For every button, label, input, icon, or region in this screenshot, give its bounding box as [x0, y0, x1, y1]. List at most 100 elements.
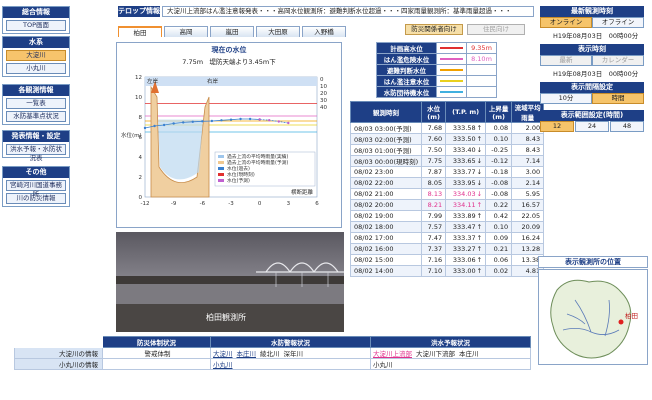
table-row: 08/02 22:00 8.05 333.95↓ -0.08 2.14 [349, 177, 545, 189]
data-point [268, 119, 271, 122]
threshold-line-swatch [436, 42, 467, 54]
cell-rain: 8.43 [511, 144, 545, 156]
threshold-row: 水防団待機水位 [376, 86, 497, 98]
tab-arashida[interactable]: 嵐田 [210, 26, 254, 37]
data-point [239, 117, 242, 121]
kozui-river-link[interactable]: 大淀川上流部 [373, 350, 412, 358]
water-level-chart-panel: 現在の水位 7.75m 堤防天端より3.45m下 12 10 8 6 4 2 0 0 10 20 3… [116, 42, 342, 228]
nav-section-header: 発表情報・設定 [3, 131, 69, 142]
nav-button[interactable]: 水防基準点状況 [6, 111, 66, 122]
legend-label: 水位(現時刻) [227, 171, 255, 178]
tp-value: 333.37 [452, 234, 476, 242]
cell-tp: 333.47↑ [445, 221, 487, 233]
kozui-river-link[interactable]: 本庄川 [459, 350, 479, 358]
cell-time: 08/02 14:00 [349, 265, 423, 277]
x-tick-label: -9 [171, 201, 177, 207]
kozui-river-link[interactable]: 小丸川 [373, 361, 393, 369]
cell-rise: -0.25 [485, 144, 513, 156]
jumin-mode-button[interactable]: 住民向け [467, 24, 525, 35]
data-point [153, 124, 156, 128]
cell-tp: 333.06↑ [445, 254, 487, 266]
cell-level: 7.37 [421, 243, 447, 255]
y2-tick-label: 40 [320, 105, 327, 111]
x-tick-label: 3 [287, 201, 291, 207]
threshold-value: 9.35m [466, 42, 497, 54]
table-row: 08/02 17:00 7.47 333.37↑ 0.09 16.24 [349, 232, 545, 244]
cell-time: 08/03 01:00(予測) [349, 144, 423, 156]
nav-button[interactable]: 川の防災情報 [6, 193, 66, 204]
cell-rain: 2.14 [511, 177, 545, 189]
tab-kashiwada[interactable]: 柏田 [118, 26, 162, 37]
legend-swatch [218, 161, 224, 164]
kozui-river-link[interactable]: 大淀川下流部 [416, 350, 455, 358]
nav-section-header: 各観測情報 [3, 85, 69, 96]
cell-level: 7.99 [421, 210, 447, 222]
cell-time: 08/02 23:00 [349, 166, 423, 178]
y2-tick-label: 10 [320, 84, 327, 90]
observation-table: 観測時刻 水位(m) (T.P. m) 上昇量(m) 流域平均雨量 08/03 … [349, 101, 545, 277]
interval-10min-button[interactable]: 10分 [540, 93, 592, 104]
tab-takaoka[interactable]: 高岡 [164, 26, 208, 37]
suibo-river-link[interactable]: 大淀川 [213, 350, 233, 358]
tab-irinobashi[interactable]: 入野橋 [302, 26, 346, 37]
legend-label: 過去上流の平均時雨量(予測) [227, 159, 288, 166]
display-time-header: 表示時刻 [540, 44, 644, 55]
suibo-river-link[interactable]: 本庄川 [237, 350, 257, 358]
suibo-river-link[interactable]: 綾北川 [260, 350, 280, 358]
nav-section: 各観測情報一覧表水防基準点状況 [2, 84, 70, 125]
nav-button[interactable]: 大淀川 [6, 50, 66, 61]
nav-section-header: 水系 [3, 37, 69, 48]
cell-level: 7.10 [421, 265, 447, 277]
chart-title: 現在の水位 [211, 46, 247, 54]
status-summary-table: 防災体制状況 水防警報状況 洪水予報状況 大淀川の情報 警戒体制 大淀川 本庄川 綾北川… [14, 336, 531, 370]
down-arrow-icon: ↓ [476, 157, 483, 165]
tp-value: 333.77 [452, 168, 476, 176]
data-point [172, 122, 175, 125]
y-tick-label: 10 [135, 95, 142, 101]
threshold-label: はん濫危険水位 [376, 53, 437, 65]
range-12-button[interactable]: 12 [540, 121, 574, 132]
data-point [287, 121, 290, 125]
cell-tp: 333.50↑ [445, 133, 487, 145]
cell-level: 7.68 [421, 122, 447, 134]
bosai-status: 警戒体制 [102, 347, 211, 359]
bosai-mode-button[interactable]: 防災関係者向け [405, 24, 463, 35]
latest-button[interactable]: 最新 [540, 55, 592, 66]
range-48-button[interactable]: 48 [610, 121, 644, 132]
up-arrow-icon: ↑ [476, 245, 483, 253]
y-tick-label: 2 [139, 175, 143, 181]
col-time: 観測時刻 [349, 101, 423, 123]
cell-time: 08/03 02:00(予測) [349, 133, 423, 145]
online-button[interactable]: オンライン [540, 17, 592, 28]
interval-hour-button[interactable]: 時間 [592, 93, 644, 104]
threshold-row: 計画高水位 9.35m [376, 42, 497, 54]
range-24-button[interactable]: 24 [575, 121, 609, 132]
cell-tp: 333.00↑ [445, 265, 487, 277]
table-row: 08/02 18:00 7.57 333.47↑ 0.10 20.09 [349, 221, 545, 233]
threshold-line-swatch [436, 64, 467, 76]
camera-view: 柏田観測所 [116, 232, 344, 332]
col-rain: 流域平均雨量 [511, 101, 545, 123]
suibo-river-link[interactable]: 小丸川 [213, 361, 233, 369]
cell-rise: 0.10 [485, 133, 513, 145]
legend-swatch [218, 179, 224, 182]
cell-rise: 0.02 [485, 265, 513, 277]
nav-button[interactable]: 一覧表 [6, 98, 66, 109]
nav-button[interactable]: 宮崎河川国道事務所 [6, 180, 66, 198]
nav-button[interactable]: 小丸川 [6, 63, 66, 74]
nav-button[interactable]: 洪水予報・水防状況表 [6, 144, 66, 162]
suibo-river-link[interactable]: 深年川 [284, 350, 304, 358]
cell-tp: 334.03↓ [445, 188, 487, 200]
latest-time-header: 最新観測時刻 [540, 6, 644, 17]
tp-value: 334.03 [452, 190, 476, 198]
nav-button[interactable]: TOP画面 [6, 20, 66, 31]
data-point [229, 118, 233, 121]
kashiwada-marker [618, 319, 624, 325]
station-location-map[interactable]: 柏田 [538, 269, 648, 365]
cell-rain: 16.24 [511, 232, 545, 244]
offline-button[interactable]: オフライン [592, 17, 644, 28]
cell-level: 7.50 [421, 144, 447, 156]
calendar-button[interactable]: カレンダー [592, 55, 644, 66]
cell-level: 8.13 [421, 188, 447, 200]
tab-otabaru[interactable]: 大田原 [256, 26, 300, 37]
